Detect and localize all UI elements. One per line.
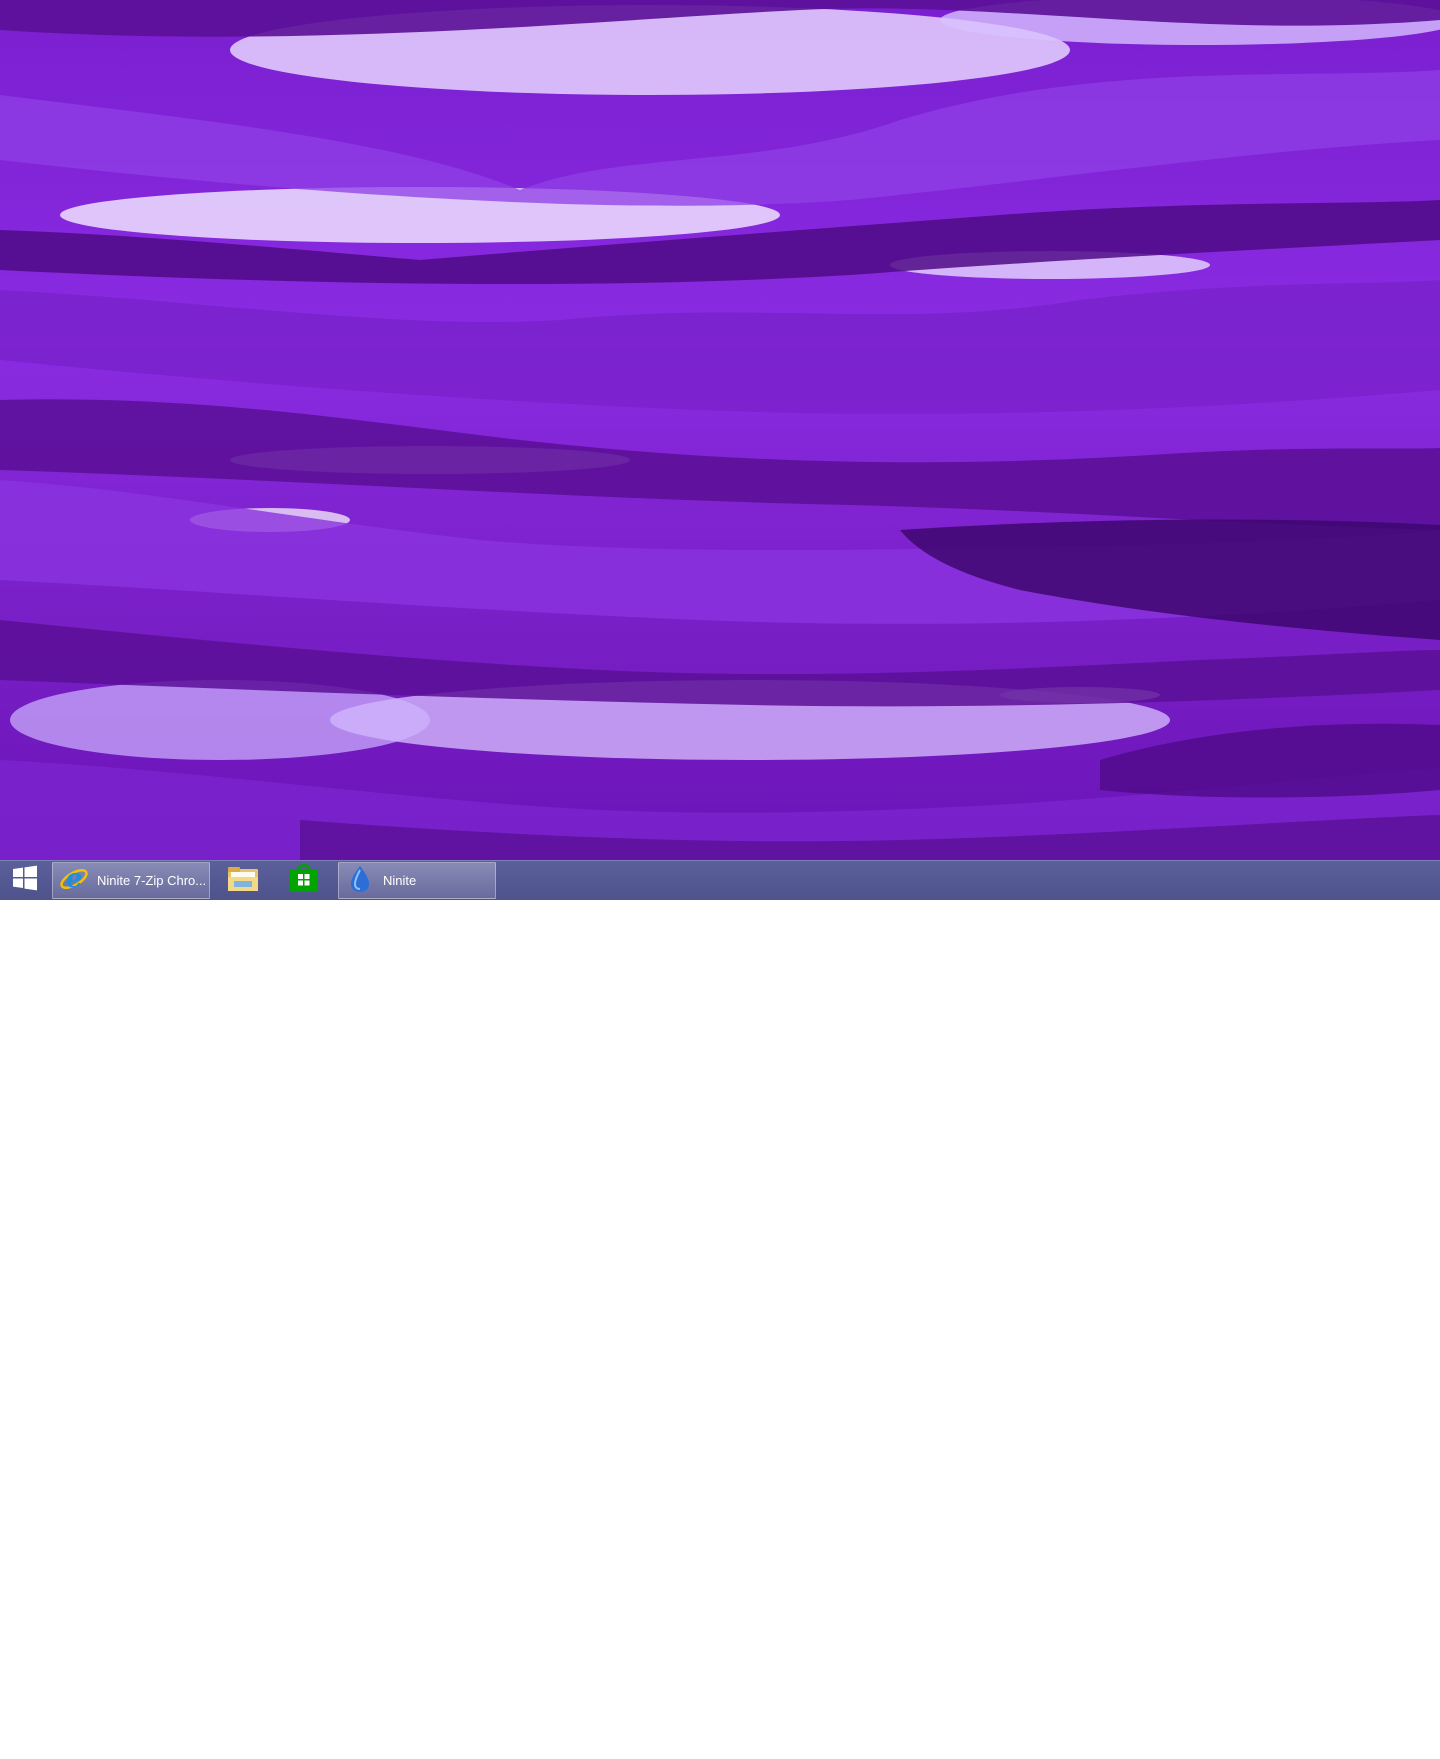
taskbar: e Ninite 7-Zip Chro... Ninite VIE 7:38 A… — [0, 860, 1440, 1757]
taskbar-item-internet-explorer[interactable]: e Ninite 7-Zip Chro... — [52, 862, 210, 899]
store-icon — [289, 863, 319, 898]
wallpaper-art — [0, 0, 1440, 860]
desktop-wallpaper — [0, 0, 1440, 860]
taskbar-item-label: Ninite — [383, 873, 417, 888]
start-button[interactable] — [0, 862, 50, 899]
clock-date: 1/7/2023 — [1374, 1743, 1422, 1757]
taskbar-item-ninite[interactable]: Ninite — [338, 862, 496, 899]
ninite-icon — [345, 864, 375, 897]
input-language-indicator[interactable]: VIE — [1328, 1733, 1360, 1747]
internet-explorer-icon: e — [59, 864, 89, 897]
taskbar-item-file-explorer[interactable] — [215, 862, 271, 899]
clock-time: 7:38 AM — [1375, 1726, 1421, 1740]
svg-text:e: e — [66, 864, 83, 894]
file-explorer-icon — [226, 863, 260, 898]
windows-logo-icon — [12, 865, 38, 896]
system-clock[interactable]: 7:38 AM 1/7/2023 — [1368, 1725, 1428, 1759]
taskbar-item-label: Ninite 7-Zip Chro... — [97, 873, 207, 888]
taskbar-item-store[interactable] — [276, 862, 332, 899]
